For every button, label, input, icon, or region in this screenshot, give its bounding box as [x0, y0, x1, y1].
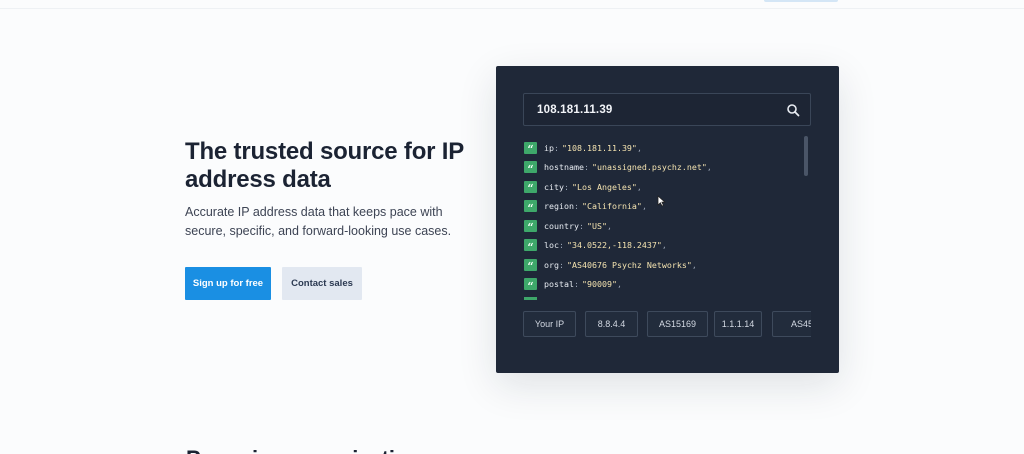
- json-value: "34.0522,-118.2437": [567, 240, 662, 251]
- example-chip[interactable]: Your IP: [523, 311, 576, 337]
- quote-icon: “: [524, 180, 537, 194]
- search-icon[interactable]: [786, 103, 800, 117]
- quote-icon: “: [524, 141, 537, 155]
- json-value: "AS40676 Psychz Networks": [567, 259, 692, 270]
- json-key: city: [544, 181, 564, 192]
- json-colon: :: [573, 201, 579, 212]
- json-field-row: “ loc: "34.0522,-118.2437",: [524, 236, 802, 256]
- ip-lookup-demo-panel: 108.181.11.39 “ip: "108.181.11.39", “hostn…: [496, 66, 839, 373]
- json-key: hostname: [544, 162, 584, 173]
- json-key: org: [544, 259, 559, 270]
- next-field-partial: [524, 297, 537, 300]
- json-field-row: “ org: "AS40676 Psychz Networks",: [524, 255, 802, 275]
- top-nav-button[interactable]: [764, 0, 838, 2]
- json-colon: :: [563, 181, 569, 192]
- ip-search-input[interactable]: 108.181.11.39: [523, 93, 811, 126]
- json-comma: ,: [606, 220, 612, 231]
- json-colon: :: [573, 279, 579, 290]
- json-value: "Los Angeles": [571, 181, 637, 192]
- contact-sales-button[interactable]: Contact sales: [282, 267, 362, 300]
- example-chip[interactable]: 8.8.4.4: [585, 311, 638, 337]
- json-scrollbar[interactable]: [804, 136, 808, 176]
- json-key: ip: [544, 142, 554, 153]
- json-value: "90009": [581, 279, 617, 290]
- json-colon: :: [559, 240, 564, 251]
- json-comma: ,: [661, 240, 667, 251]
- json-colon: :: [554, 142, 559, 153]
- header-divider: [0, 8, 1024, 9]
- quote-icon: “: [524, 239, 537, 253]
- json-value: "unassigned.psychz.net": [591, 162, 707, 173]
- json-key: region: [544, 201, 574, 212]
- hero-subtitle: Accurate IP address data that keeps pace…: [185, 205, 452, 238]
- example-chip[interactable]: 1.1.1.14: [714, 311, 762, 337]
- json-colon: :: [583, 162, 589, 173]
- json-comma: ,: [691, 259, 697, 270]
- ip-search-value[interactable]: 108.181.11.39: [537, 104, 613, 116]
- json-comma: ,: [706, 162, 712, 173]
- json-response: “ip: "108.181.11.39", “hostname: "unassigne…: [524, 138, 802, 300]
- json-field-row: “ postal: "90009",: [524, 275, 802, 295]
- hero-title: The trusted source for IP address data: [185, 138, 464, 193]
- json-key: postal: [544, 279, 574, 290]
- json-colon: :: [559, 259, 564, 270]
- json-field-row: “ hostname: "unassigned.psychz.net",: [524, 158, 802, 178]
- json-key: country: [544, 220, 579, 231]
- mouse-cursor-icon: [657, 195, 667, 207]
- json-value: "US": [586, 220, 607, 231]
- quote-icon: “: [524, 200, 537, 214]
- json-comma: ,: [636, 181, 642, 192]
- quote-icon: “: [524, 161, 537, 175]
- example-chip[interactable]: AS15169: [647, 311, 708, 337]
- json-colon: :: [578, 220, 584, 231]
- json-comma: ,: [616, 279, 622, 290]
- quote-icon: “: [524, 258, 537, 272]
- quote-icon: “: [524, 278, 537, 292]
- json-field-row: “ city: "Los Angeles",: [524, 177, 802, 197]
- json-comma: ,: [641, 201, 647, 212]
- json-value: "California": [581, 201, 642, 212]
- sign-up-button[interactable]: Sign up for free: [185, 267, 271, 300]
- json-key: loc: [544, 240, 559, 251]
- json-field-row: “ country: "US",: [524, 216, 802, 236]
- json-value: "108.181.11.39": [562, 142, 637, 153]
- section-heading: Powering organizations: [186, 446, 434, 454]
- example-chips: Your IP 8.8.4.4 AS15169 1.1.1.14 AS45: [523, 311, 811, 337]
- json-comma: ,: [636, 142, 642, 153]
- json-field-row: “ ip: "108.181.11.39",: [524, 138, 802, 158]
- quote-icon: “: [524, 219, 537, 233]
- example-chip[interactable]: AS45: [772, 311, 811, 337]
